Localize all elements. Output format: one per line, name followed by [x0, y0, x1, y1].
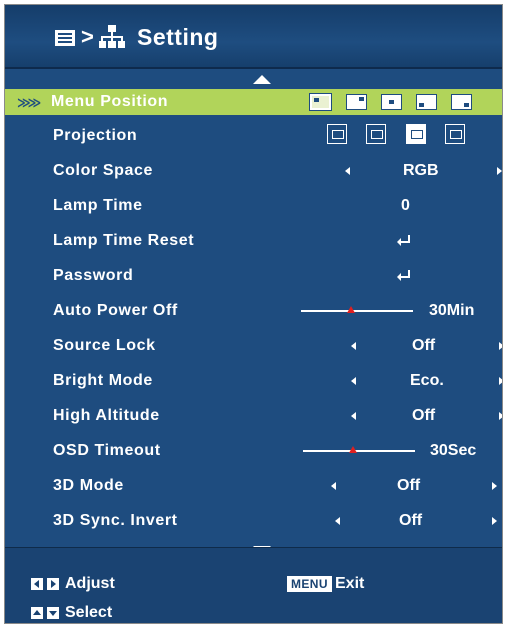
menu-item-password[interactable]: Password: [5, 261, 502, 291]
menu-item-label: OSD Timeout: [53, 442, 161, 459]
breadcrumb-separator: >: [81, 24, 94, 49]
menu-item-color-space[interactable]: Color Space RGB: [5, 156, 502, 186]
down-key-icon: [47, 607, 59, 619]
menu-item-label: Color Space: [53, 162, 153, 179]
adjust-hint: Adjust: [65, 575, 115, 592]
menu-item-label: Bright Mode: [53, 372, 153, 389]
menu-item-menu-position[interactable]: ≫≫ Menu Position: [5, 89, 502, 115]
arrow-right-icon[interactable]: [499, 412, 502, 420]
menu-footer: Adjust MENU Exit Select: [5, 547, 502, 623]
up-key-icon: [31, 607, 43, 619]
menu-item-value: 30Sec: [430, 442, 477, 459]
slider-track[interactable]: [301, 310, 413, 312]
menu-item-label: Lamp Time Reset: [53, 232, 195, 249]
menu-item-label: Source Lock: [53, 337, 156, 354]
menu-item-3d-sync-invert[interactable]: 3D Sync. Invert Off: [5, 506, 502, 536]
menu-list: ≫≫ Menu Position Projection Color Space …: [5, 69, 502, 555]
menu-icon: [55, 30, 75, 46]
arrow-left-icon[interactable]: [351, 377, 356, 385]
page-title: Setting: [137, 24, 219, 50]
menu-item-lamp-time: Lamp Time 0: [5, 191, 502, 221]
enter-icon[interactable]: [397, 235, 411, 247]
menu-key-badge: MENU: [287, 576, 332, 592]
scroll-up-arrow-icon[interactable]: [253, 75, 271, 84]
projection-rear-ceiling-icon[interactable]: [445, 124, 465, 144]
menu-item-label: 3D Sync. Invert: [53, 512, 178, 529]
arrow-right-icon[interactable]: [492, 517, 497, 525]
menu-item-lamp-time-reset[interactable]: Lamp Time Reset: [5, 226, 502, 256]
left-key-icon: [31, 578, 43, 590]
right-key-icon: [47, 578, 59, 590]
menu-item-label: Lamp Time: [53, 197, 143, 214]
select-hint: Select: [65, 604, 113, 621]
arrow-left-icon[interactable]: [345, 167, 350, 175]
menu-item-label: 3D Mode: [53, 477, 124, 494]
projection-rear-icon[interactable]: [366, 124, 386, 144]
menu-item-value: Off: [412, 407, 436, 424]
arrow-right-icon[interactable]: [492, 482, 497, 490]
selection-chevron-icon: ≫≫: [17, 95, 41, 110]
exit-hint: Exit: [335, 575, 365, 592]
menu-item-label: Projection: [53, 127, 138, 144]
menu-item-value: Eco.: [410, 372, 444, 389]
position-top-left-icon[interactable]: [309, 93, 332, 111]
slider-knob[interactable]: [347, 306, 356, 313]
projection-front-icon[interactable]: [327, 124, 347, 144]
projection-front-ceiling-icon[interactable]: [406, 124, 426, 144]
arrow-left-icon[interactable]: [335, 517, 340, 525]
arrow-left-icon[interactable]: [351, 412, 356, 420]
menu-item-label: Auto Power Off: [53, 302, 178, 319]
menu-header: > Setting: [5, 5, 502, 69]
network-icon: [99, 25, 125, 48]
menu-item-label: Menu Position: [51, 93, 169, 110]
slider-knob[interactable]: [349, 446, 358, 453]
enter-icon[interactable]: [397, 270, 411, 282]
osd-menu: > Setting ≫≫ Menu Position Projection Co…: [4, 4, 503, 624]
arrow-left-icon[interactable]: [351, 342, 356, 350]
menu-item-value: RGB: [403, 162, 439, 179]
arrow-left-icon[interactable]: [331, 482, 336, 490]
position-bottom-left-icon[interactable]: [416, 94, 437, 110]
arrow-right-icon[interactable]: [499, 377, 502, 385]
arrow-right-icon[interactable]: [497, 167, 502, 175]
menu-item-label: Password: [53, 267, 134, 284]
position-top-right-icon[interactable]: [346, 94, 367, 110]
menu-item-high-altitude[interactable]: High Altitude Off: [5, 401, 502, 431]
menu-item-projection[interactable]: Projection: [5, 121, 502, 151]
arrow-right-icon[interactable]: [499, 342, 502, 350]
position-center-icon[interactable]: [381, 94, 402, 110]
slider-track[interactable]: [303, 450, 415, 452]
menu-item-value: Off: [412, 337, 436, 354]
menu-item-3d-mode[interactable]: 3D Mode Off: [5, 471, 502, 501]
menu-item-auto-power-off[interactable]: Auto Power Off 30Min: [5, 296, 502, 326]
menu-item-source-lock[interactable]: Source Lock Off: [5, 331, 502, 361]
menu-item-bright-mode[interactable]: Bright Mode Eco.: [5, 366, 502, 396]
position-bottom-right-icon[interactable]: [451, 94, 472, 110]
menu-item-value: Off: [399, 512, 423, 529]
menu-item-value: Off: [397, 477, 421, 494]
menu-item-osd-timeout[interactable]: OSD Timeout 30Sec: [5, 436, 502, 466]
menu-item-value: 0: [401, 197, 410, 214]
menu-item-value: 30Min: [429, 302, 475, 319]
menu-item-label: High Altitude: [53, 407, 160, 424]
